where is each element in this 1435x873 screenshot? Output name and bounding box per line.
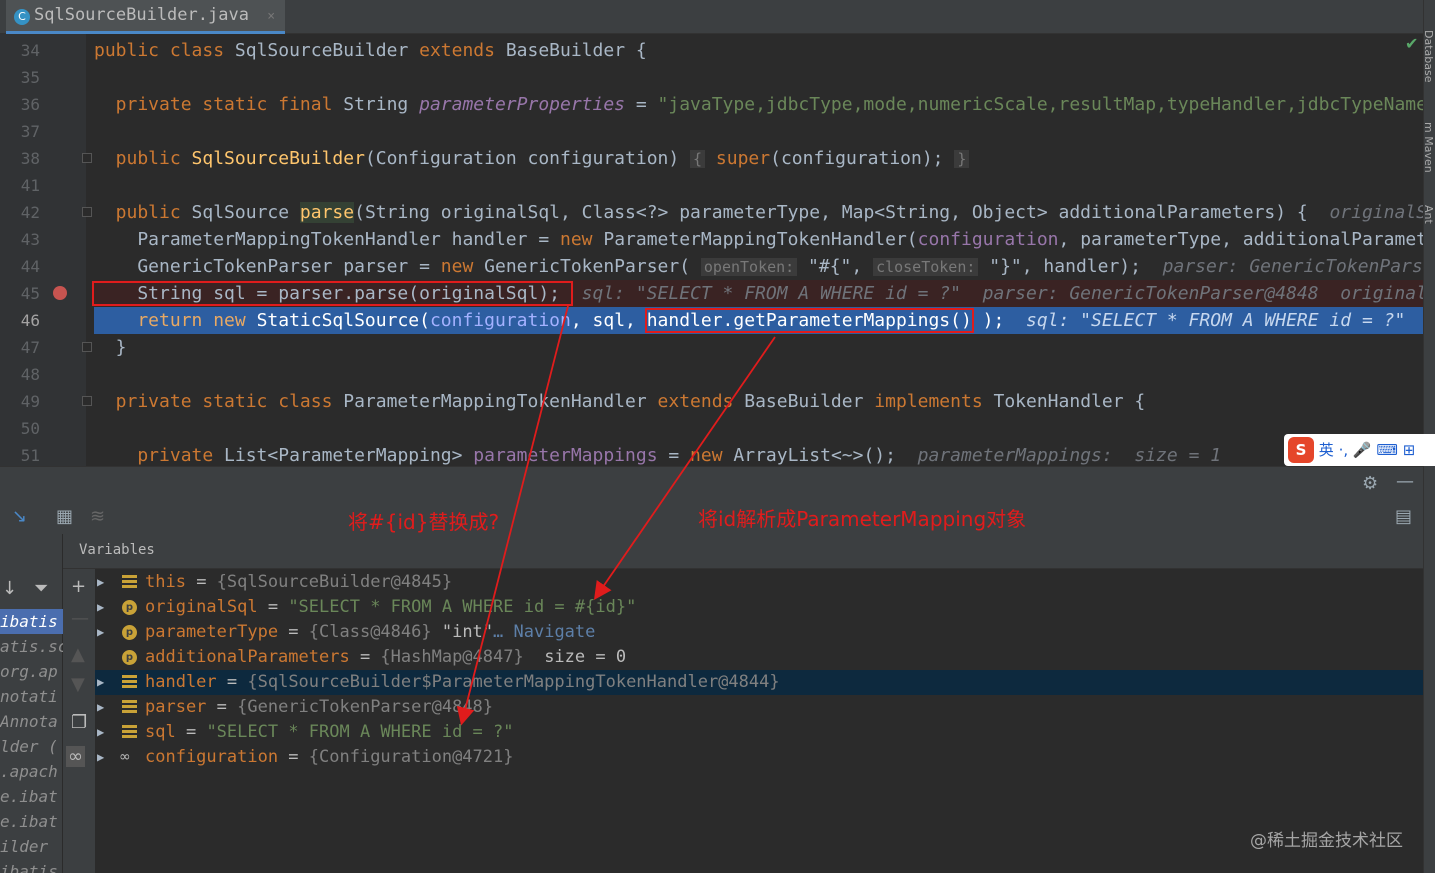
annotation-replace-note: 将#{id}替换成? (348, 510, 500, 534)
watermark: @稀土掘金技术社区 (1250, 831, 1403, 851)
ime-toolbar[interactable]: S 英 ·, 🎤 ⌨ ⊞ (1284, 434, 1435, 466)
ime-items[interactable]: ·, 🎤 ⌨ ⊞ (1339, 441, 1416, 459)
annotation-arrows (456, 305, 776, 726)
ime-lang[interactable]: 英 (1319, 441, 1334, 459)
sogou-logo-icon: S (1288, 437, 1314, 463)
annotation-parse-note: 将id解析成ParameterMapping对象 (698, 507, 1027, 531)
ide-window: C SqlSourceBuilder.java × 34 35 36 37 38 41 42… (0, 0, 1435, 873)
arrow-mappings-to-original (593, 336, 776, 600)
